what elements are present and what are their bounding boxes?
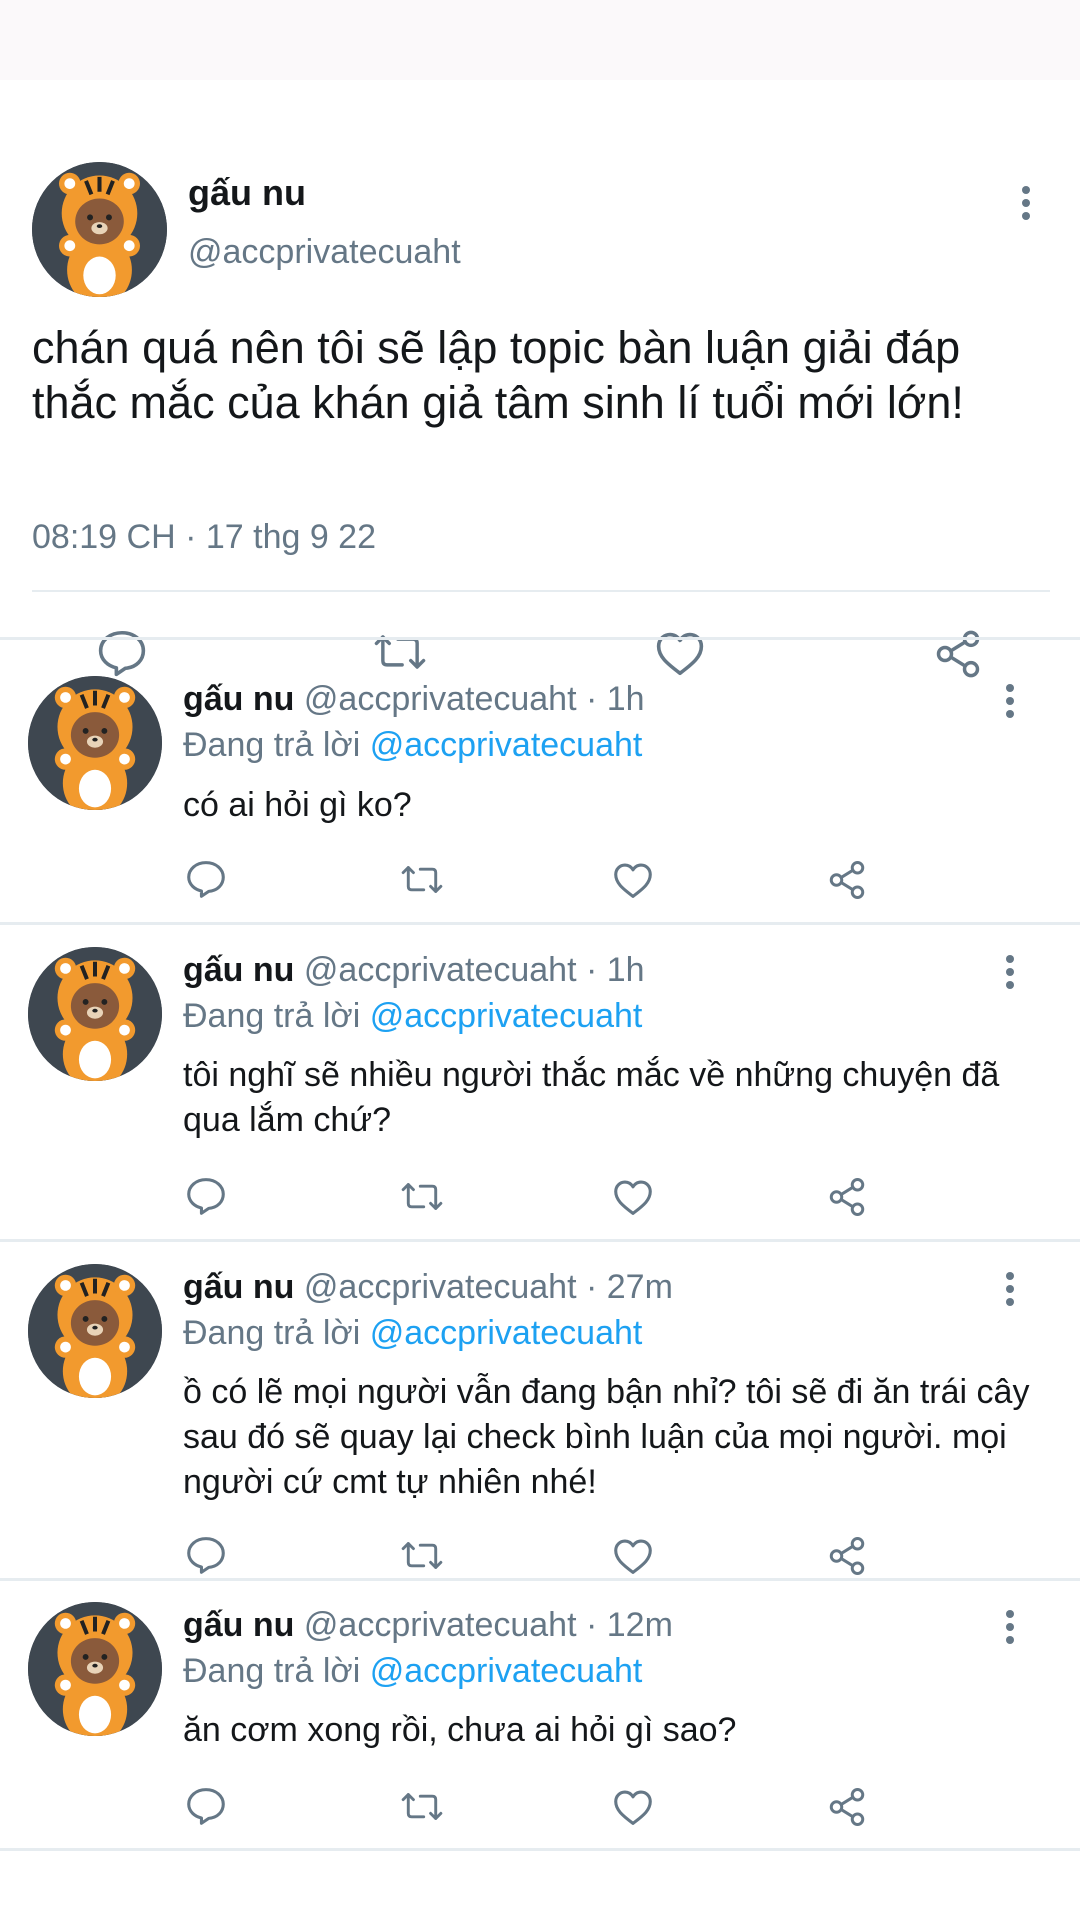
handle[interactable]: @accprivatecuaht bbox=[188, 233, 461, 272]
reply-header: gấu nu @accprivatecuaht · 1h bbox=[183, 951, 645, 990]
like-icon[interactable] bbox=[611, 1177, 655, 1217]
reply-icon[interactable] bbox=[184, 1786, 228, 1826]
replying-to: Đang trả lời @accprivatecuaht bbox=[183, 1652, 642, 1691]
tiger-bear-avatar-icon bbox=[32, 162, 167, 297]
display-name[interactable]: gấu nu bbox=[183, 951, 294, 989]
share-icon[interactable] bbox=[826, 1786, 868, 1828]
reply-text: tôi nghĩ sẽ nhiều người thắc mắc về nhữn… bbox=[183, 1056, 1000, 1139]
tweet-text: chán quá nên tôi sẽ lập topic bàn luận g… bbox=[32, 322, 964, 428]
mention-link[interactable]: @accprivatecuaht bbox=[370, 1314, 643, 1352]
tweet-timestamp[interactable]: 08:19 CH · 17 thg 9 22 bbox=[32, 518, 376, 557]
share-icon[interactable] bbox=[826, 859, 868, 901]
mention-link[interactable]: @accprivatecuaht bbox=[370, 1652, 643, 1690]
display-name[interactable]: gấu nu bbox=[183, 1606, 294, 1644]
status-bar-area bbox=[0, 0, 1080, 80]
tiger-bear-avatar-icon bbox=[28, 676, 162, 810]
like-icon[interactable] bbox=[611, 1536, 655, 1576]
reply-icon[interactable] bbox=[184, 859, 228, 899]
avatar[interactable] bbox=[28, 1264, 162, 1398]
replying-to: Đang trả lời @accprivatecuaht bbox=[183, 997, 642, 1036]
replying-to: Đang trả lời @accprivatecuaht bbox=[183, 726, 642, 765]
replying-prefix: Đang trả lời bbox=[183, 1652, 370, 1690]
more-options-icon[interactable] bbox=[1004, 1610, 1016, 1644]
retweet-icon[interactable] bbox=[398, 1179, 446, 1214]
replying-to: Đang trả lời @accprivatecuaht bbox=[183, 1314, 642, 1353]
reply-icon[interactable] bbox=[184, 1176, 228, 1216]
handle-time: @accprivatecuaht · 1h bbox=[303, 680, 645, 718]
handle-time: @accprivatecuaht · 12m bbox=[303, 1606, 673, 1644]
tiger-bear-avatar-icon bbox=[28, 947, 162, 1081]
more-options-icon[interactable] bbox=[1004, 684, 1016, 718]
tiger-bear-avatar-icon bbox=[28, 1264, 162, 1398]
reply-header: gấu nu @accprivatecuaht · 1h bbox=[183, 680, 645, 719]
reply-text: ồ có lẽ mọi người vẫn đang bận nhỉ? tôi … bbox=[183, 1373, 1030, 1501]
share-icon[interactable] bbox=[826, 1176, 868, 1218]
share-icon[interactable] bbox=[826, 1535, 868, 1577]
reply-text: có ai hỏi gì ko? bbox=[183, 786, 412, 824]
retweet-icon[interactable] bbox=[398, 862, 446, 897]
reply-tweet[interactable]: gấu nu @accprivatecuaht · 27m Đang trả l… bbox=[0, 1242, 1080, 1578]
avatar[interactable] bbox=[32, 162, 167, 297]
more-options-icon[interactable] bbox=[1004, 955, 1016, 989]
avatar[interactable] bbox=[28, 676, 162, 810]
retweet-icon[interactable] bbox=[398, 1538, 446, 1573]
like-icon[interactable] bbox=[611, 1787, 655, 1827]
retweet-icon[interactable] bbox=[398, 1789, 446, 1824]
reply-text: ăn cơm xong rồi, chưa ai hỏi gì sao? bbox=[183, 1711, 737, 1749]
mention-link[interactable]: @accprivatecuaht bbox=[370, 726, 643, 764]
display-name[interactable]: gấu nu bbox=[183, 680, 294, 718]
display-name[interactable]: gấu nu bbox=[183, 1268, 294, 1306]
divider bbox=[32, 590, 1050, 592]
replying-prefix: Đang trả lời bbox=[183, 726, 370, 764]
reply-tweet[interactable]: gấu nu @accprivatecuaht · 12m Đang trả l… bbox=[0, 1581, 1080, 1849]
more-options-icon[interactable] bbox=[1004, 1272, 1016, 1306]
display-name[interactable]: gấu nu bbox=[188, 172, 306, 214]
reply-header: gấu nu @accprivatecuaht · 27m bbox=[183, 1268, 673, 1307]
main-tweet: gấu nu @accprivatecuaht chán quá nên tôi… bbox=[0, 80, 1080, 678]
mention-link[interactable]: @accprivatecuaht bbox=[370, 997, 643, 1035]
tiger-bear-avatar-icon bbox=[28, 1602, 162, 1736]
handle-time: @accprivatecuaht · 1h bbox=[303, 951, 645, 989]
more-options-icon[interactable] bbox=[1020, 186, 1032, 220]
avatar[interactable] bbox=[28, 947, 162, 1081]
reply-tweet[interactable]: gấu nu @accprivatecuaht · 1h Đang trả lờ… bbox=[0, 640, 1080, 924]
reply-tweet[interactable]: gấu nu @accprivatecuaht · 1h Đang trả lờ… bbox=[0, 925, 1080, 1241]
replying-prefix: Đang trả lời bbox=[183, 997, 370, 1035]
divider bbox=[0, 1848, 1080, 1851]
replying-prefix: Đang trả lời bbox=[183, 1314, 370, 1352]
avatar[interactable] bbox=[28, 1602, 162, 1736]
reply-header: gấu nu @accprivatecuaht · 12m bbox=[183, 1606, 673, 1645]
like-icon[interactable] bbox=[611, 860, 655, 900]
handle-time: @accprivatecuaht · 27m bbox=[303, 1268, 673, 1306]
reply-icon[interactable] bbox=[184, 1535, 228, 1575]
